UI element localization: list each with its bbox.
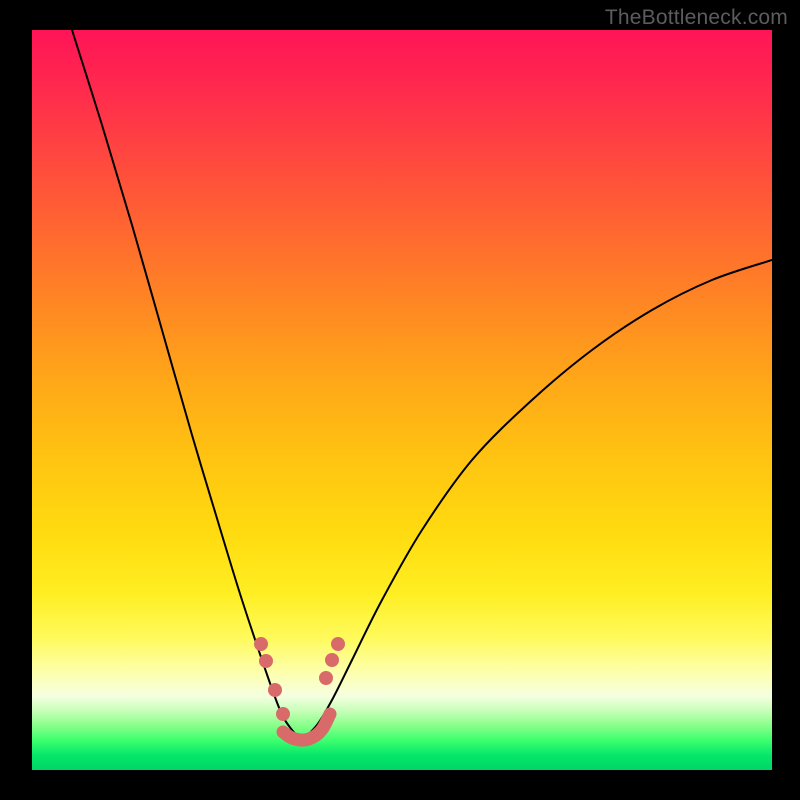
curve-layer <box>32 30 772 770</box>
watermark-text: TheBottleneck.com <box>605 6 788 30</box>
trough-marker-dot <box>325 653 339 667</box>
trough-marker-dot <box>259 654 273 668</box>
outer-frame: TheBottleneck.com <box>0 0 800 800</box>
plot-area <box>32 30 772 770</box>
right-branch-curve <box>302 260 772 740</box>
trough-marker-dot <box>254 637 268 651</box>
trough-marker-dot <box>319 671 333 685</box>
trough-marker-dot <box>276 707 290 721</box>
trough-marker-dot <box>331 637 345 651</box>
left-branch-curve <box>72 30 302 740</box>
trough-marker-dot <box>268 683 282 697</box>
